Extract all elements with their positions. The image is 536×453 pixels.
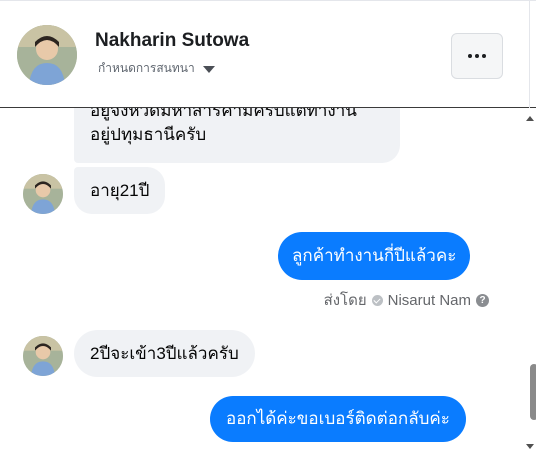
message-list[interactable]: อยู่จังหวัดมหาสารคามครับแต่ทำงาน อยู่ปทุ… (0, 108, 536, 453)
chat-header: Nakharin Sutowa กำหนดการสนทนา (0, 0, 536, 108)
conversation-status-dropdown[interactable]: กำหนดการสนทนา (98, 59, 215, 78)
avatar[interactable] (17, 25, 77, 85)
message-bubble-incoming[interactable]: อยู่จังหวัดมหาสารคามครับแต่ทำงาน อยู่ปทุ… (74, 108, 400, 163)
message-bubble-outgoing[interactable]: ลูกค้าทำงานกี่ปีแล้วคะ (278, 232, 471, 280)
message-text: 2ปีจะเข้า3ปีแล้วครับ (90, 344, 239, 363)
scrollbar-thumb[interactable] (530, 364, 536, 420)
more-options-button[interactable] (451, 33, 503, 79)
sent-by-agent[interactable]: Nisarut Nam (388, 292, 471, 309)
more-icon-dot (482, 54, 486, 58)
message-bubble-incoming[interactable]: 2ปีจะเข้า3ปีแล้วครับ (74, 330, 255, 377)
message-bubble-outgoing[interactable]: ออกได้ค่ะขอเบอร์ติดต่อกลับค่ะ (210, 396, 466, 442)
scroll-up-arrow-icon[interactable] (526, 116, 534, 121)
verified-icon (371, 294, 383, 306)
sent-by-info: ส่งโดย Nisarut Nam ? (324, 288, 489, 312)
more-icon-dot (475, 54, 479, 58)
message-bubble-incoming[interactable]: อายุ21ปี (74, 167, 166, 214)
sent-by-label: ส่งโดย (323, 292, 367, 309)
avatar[interactable] (23, 174, 63, 214)
message-text: ออกได้ค่ะขอเบอร์ติดต่อกลับค่ะ (226, 409, 450, 428)
status-label: กำหนดการสนทนา (98, 61, 195, 75)
message-text: อายุ21ปี (90, 181, 150, 200)
contact-name[interactable]: Nakharin Sutowa (95, 30, 249, 52)
avatar[interactable] (23, 336, 63, 376)
scroll-down-arrow-icon[interactable] (526, 444, 534, 449)
divider (529, 0, 530, 108)
message-text: อยู่จังหวัดมหาสารคามครับแต่ทำงาน (90, 108, 357, 120)
help-icon[interactable]: ? (476, 293, 489, 307)
divider (0, 0, 536, 1)
message-text: ลูกค้าทำงานกี่ปีแล้วคะ (292, 246, 457, 265)
more-icon (468, 54, 472, 58)
chevron-down-icon (202, 66, 215, 73)
message-text: อยู่ปทุมธานีครับ (90, 125, 207, 144)
